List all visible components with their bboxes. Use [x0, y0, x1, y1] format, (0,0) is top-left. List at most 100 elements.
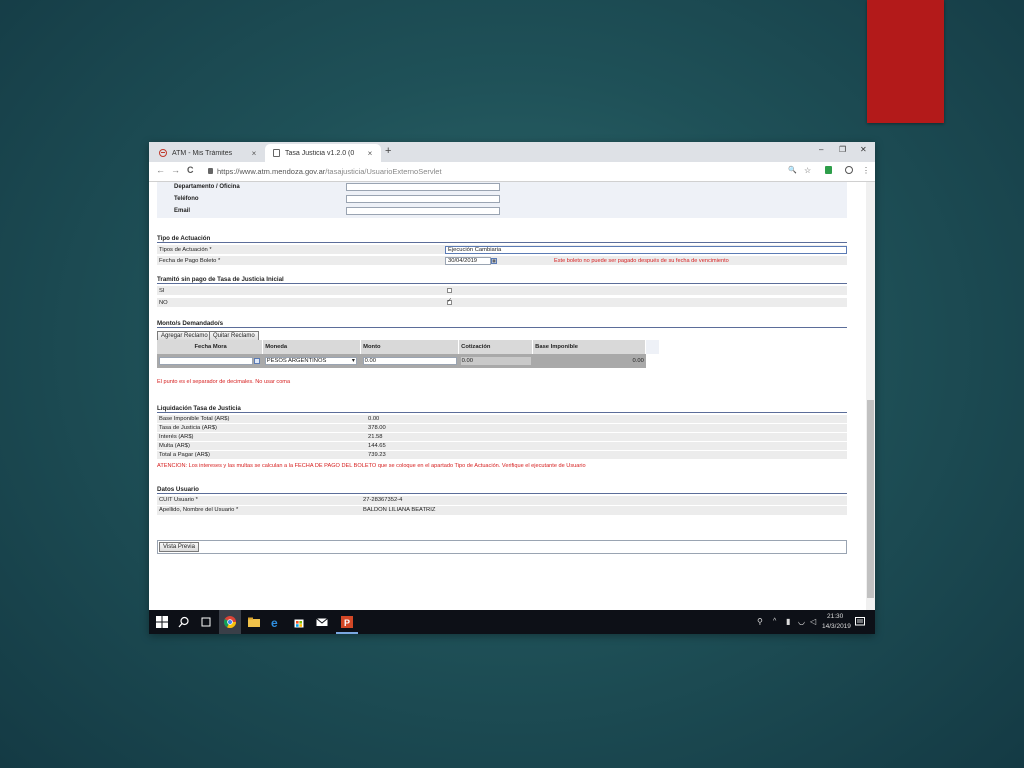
- restore-button[interactable]: ❐: [839, 145, 846, 154]
- table-row: PESOS ARGENTINOS ▾ 0.00 0.00 0.00: [157, 354, 660, 368]
- mail-icon[interactable]: [316, 616, 328, 628]
- monto-cell: 0.00: [360, 354, 459, 368]
- close-icon[interactable]: ×: [365, 149, 375, 158]
- network-icon[interactable]: ◡: [798, 617, 805, 626]
- battery-icon[interactable]: ▮: [786, 617, 790, 626]
- lock-icon: [208, 168, 213, 174]
- vista-previa-button[interactable]: Vista Previa: [159, 542, 199, 552]
- address-bar: ← → C https://www.atm.mendoza.gov.ar/tas…: [149, 162, 875, 182]
- clock-date[interactable]: 14/3/2019: [822, 623, 851, 630]
- usuario-row: Apellido, Nombre del Usuario * BALDON LIL…: [157, 506, 847, 516]
- close-icon[interactable]: ×: [249, 149, 259, 158]
- table-header-row: Fecha Mora Moneda Monto Cotización Base …: [157, 340, 660, 354]
- tab-label: ATM - Mis Trámites: [172, 149, 233, 157]
- browser-screenshot: ATM - Mis Trámites × Tasa Justicia v1.2.…: [149, 142, 875, 634]
- base-imponible-cell: 0.00: [532, 354, 646, 368]
- forward-button[interactable]: →: [171, 165, 180, 175]
- new-tab-button[interactable]: +: [385, 145, 391, 157]
- row-spacer: [645, 354, 660, 368]
- monto-input[interactable]: 0.00: [362, 357, 457, 365]
- liquidacion-row: Interés (AR$) 21.58: [157, 433, 847, 442]
- cuit-value: 27-28367352-4: [363, 497, 403, 503]
- file-explorer-icon[interactable]: [248, 616, 260, 628]
- fecha-mora-cell: [157, 354, 263, 368]
- calendar-icon[interactable]: ▦: [491, 258, 497, 264]
- url-host: https://www.atm.mendoza.gov.ar: [217, 167, 326, 176]
- email-input[interactable]: [346, 207, 500, 215]
- vista-previa-bar: [157, 540, 847, 554]
- reload-button[interactable]: C: [187, 165, 194, 175]
- fecha-error-text: Este boleto no puede ser pagado después …: [554, 258, 729, 264]
- tab-label: Tasa Justicia v1.2.0 (0: [285, 149, 355, 157]
- task-view-icon[interactable]: [200, 616, 212, 628]
- zoom-icon[interactable]: 🔍: [788, 166, 797, 174]
- liq-label: Base Imponible Total (AR$): [159, 416, 230, 422]
- star-icon[interactable]: ☆: [804, 166, 811, 175]
- back-button[interactable]: ←: [156, 165, 165, 175]
- menu-icon[interactable]: ⋮: [862, 166, 870, 175]
- section-heading: Datos Usuario: [157, 484, 847, 494]
- store-icon[interactable]: [293, 616, 305, 628]
- tab-atm[interactable]: ATM - Mis Trámites ×: [151, 144, 265, 162]
- moneda-select[interactable]: PESOS ARGENTINOS ▾: [264, 357, 357, 365]
- column-header: Cotización: [458, 340, 534, 354]
- profile-icon[interactable]: [845, 166, 853, 174]
- option-label: NO: [159, 300, 168, 306]
- scrollbar-thumb[interactable]: [867, 400, 874, 598]
- si-checkbox[interactable]: [447, 288, 452, 293]
- calendar-icon[interactable]: [254, 358, 260, 364]
- edge-icon[interactable]: e: [270, 616, 282, 628]
- field-label: Email: [174, 208, 191, 214]
- windows-start-icon[interactable]: [156, 616, 168, 628]
- liq-label: Total a Pagar (AR$): [159, 452, 210, 458]
- field-label: Tipos de Actuación *: [159, 247, 212, 253]
- form-row: SI: [157, 286, 847, 296]
- minimize-button[interactable]: –: [819, 145, 823, 154]
- url-field[interactable]: https://www.atm.mendoza.gov.ar/tasajusti…: [217, 167, 442, 176]
- powerpoint-taskbar-item[interactable]: P: [336, 610, 358, 634]
- people-icon[interactable]: ⚲: [757, 617, 763, 626]
- windows-taskbar: e P ⚲ ^ ▮ ◡ ◁ 21:30 14/3/2019: [149, 610, 875, 634]
- no-checkbox[interactable]: [447, 297, 452, 305]
- field-label: Teléfono: [174, 196, 199, 202]
- liquidacion-row: Total a Pagar (AR$) 739.23: [157, 451, 847, 460]
- window-close-button[interactable]: ✕: [860, 145, 867, 154]
- section-heading: Liquidación Tasa de Justicia: [157, 403, 847, 413]
- field-label: Fecha de Pago Boleto *: [159, 258, 221, 264]
- liq-value: 21.58: [368, 434, 383, 440]
- notifications-icon[interactable]: [855, 617, 865, 627]
- dropdown-arrow-icon: ▾: [351, 358, 355, 364]
- column-header: Fecha Mora: [157, 340, 264, 354]
- chevron-up-icon[interactable]: ^: [773, 618, 776, 625]
- field-label: CUIT Usuario *: [159, 497, 198, 503]
- liq-value: 378.00: [368, 425, 386, 431]
- column-header: Monto: [360, 340, 460, 354]
- search-icon[interactable]: [178, 616, 190, 628]
- tab-tasa-justicia[interactable]: Tasa Justicia v1.2.0 (0 ×: [265, 144, 381, 162]
- page-content: Departamento / Oficina Teléfono Email Ti…: [149, 182, 875, 610]
- section-heading: Monto/s Demandado/s: [157, 318, 847, 328]
- section-heading: Tramitó sin pago de Tasa de Justicia Ini…: [157, 274, 847, 284]
- clock-time[interactable]: 21:30: [827, 613, 843, 620]
- telefono-input[interactable]: [346, 195, 500, 203]
- svg-text:e: e: [271, 616, 278, 628]
- vertical-scrollbar[interactable]: [866, 182, 875, 610]
- cotizacion-value: 0.00: [460, 357, 531, 365]
- extension-icon[interactable]: [825, 166, 832, 174]
- usuario-row: CUIT Usuario * 27-28367352-4: [157, 496, 847, 506]
- contact-section: [157, 182, 847, 218]
- chrome-taskbar-item[interactable]: [219, 610, 241, 634]
- montos-table: Fecha Mora Moneda Monto Cotización Base …: [157, 340, 660, 368]
- powerpoint-icon: P: [341, 616, 353, 628]
- tipo-actuacion-select[interactable]: Ejecución Cambiaria: [445, 246, 847, 254]
- moneda-cell: PESOS ARGENTINOS ▾: [262, 354, 361, 368]
- fecha-mora-input[interactable]: [159, 357, 253, 365]
- departamento-input[interactable]: [346, 183, 500, 191]
- liquidacion-row: Tasa de Justicia (AR$) 378.00: [157, 424, 847, 433]
- fecha-pago-input[interactable]: 30/04/2019: [445, 257, 491, 265]
- column-header: Moneda: [262, 340, 362, 354]
- option-label: SI: [159, 288, 165, 294]
- chrome-icon: [224, 616, 236, 628]
- volume-icon[interactable]: ◁: [810, 617, 816, 626]
- form-row: NO: [157, 298, 847, 308]
